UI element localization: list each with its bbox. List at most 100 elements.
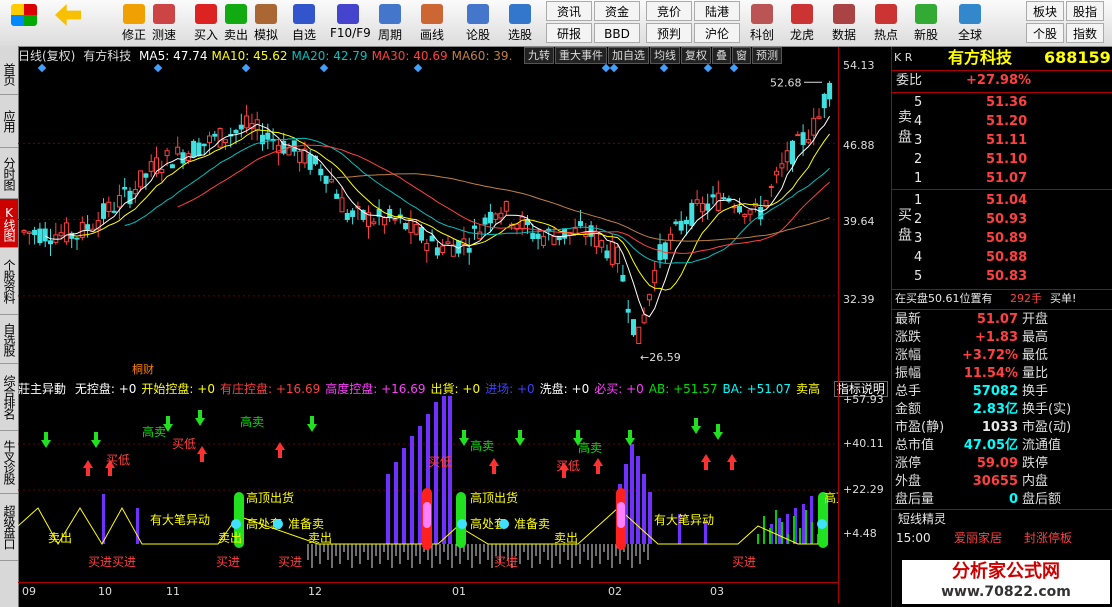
event-diamond-icon[interactable] [609, 63, 619, 73]
news-event: 封涨停板 [1024, 531, 1073, 545]
toolbar-small-button-11[interactable]: 指数 [1066, 23, 1104, 43]
event-diamond-icon[interactable] [153, 63, 163, 73]
buy-level: 5 [914, 269, 923, 284]
candle-body [169, 164, 175, 169]
sell-arrow-icon [713, 424, 723, 440]
signal-label: 买低 [556, 459, 580, 473]
toolbar-icon-6 [337, 4, 359, 24]
sell-row-4[interactable]: 1 51.07 [892, 170, 1110, 188]
toolbar-small-button-4[interactable]: 研报 [546, 23, 592, 43]
toolbar-button-11[interactable]: 科创 [744, 0, 780, 46]
kline-chart[interactable]: 52.68 ←26.59 桐财 [18, 63, 838, 377]
menu-grid-button[interactable] [4, 0, 44, 46]
toolbar-button-10[interactable]: 选股 [502, 0, 538, 46]
indicator-field-4: 出貨: +0 [430, 382, 481, 396]
toolbar-button-12[interactable]: 龙虎 [784, 0, 820, 46]
toolbar-small-button-9[interactable]: 股指 [1066, 1, 1104, 21]
chart-button-3[interactable]: 均线 [650, 47, 680, 64]
toolbar-small-button-5[interactable]: BBD [594, 23, 640, 43]
chart-button-0[interactable]: 九转 [524, 47, 554, 64]
candle-body [196, 142, 202, 156]
chart-button-1[interactable]: 重大事件 [555, 47, 607, 64]
toolbar-label-4: 模拟 [253, 28, 278, 42]
toolbar-small-button-6[interactable]: 预判 [646, 23, 692, 43]
candle-body [503, 201, 509, 212]
sell-row-3[interactable]: 2 51.10 [892, 151, 1110, 169]
toolbar-button-16[interactable]: 全球 [952, 0, 988, 46]
toolbar-small-button-8[interactable]: 板块 [1026, 1, 1064, 21]
candle-body [609, 241, 615, 265]
sidebar-item-3[interactable]: K线图 [0, 199, 18, 248]
buy-row-0[interactable]: 1 51.04 [892, 192, 1110, 210]
toolbar-button-6[interactable]: F10/F9 [330, 0, 371, 46]
sidebar-item-7[interactable]: 牛叉诊股 [0, 431, 18, 494]
chart-button-7[interactable]: 预测 [752, 47, 782, 64]
toolbar-button-14[interactable]: 热点 [868, 0, 904, 46]
sell-row-1[interactable]: 4 51.20 [892, 113, 1110, 131]
buy-row-4[interactable]: 5 50.83 [892, 268, 1110, 286]
sidebar-item-0[interactable]: 首页 [0, 54, 18, 95]
toolbar-button-4[interactable]: 模拟 [248, 0, 284, 46]
signal-dot [273, 519, 283, 529]
chart-button-2[interactable]: 加自选 [608, 47, 649, 64]
sell-row-0[interactable]: 5 51.36 [892, 94, 1110, 112]
signal-dot [457, 519, 467, 529]
control-bar [386, 474, 390, 544]
candle-body [737, 206, 742, 213]
signal-label: 买低 [428, 455, 452, 469]
signal-dot [817, 519, 827, 529]
chart-button-4[interactable]: 复权 [681, 47, 711, 64]
sidebar-item-2[interactable]: 分时图 [0, 148, 18, 199]
event-diamond-icon[interactable] [241, 63, 251, 73]
signal-label: 高顶出货 [246, 490, 294, 505]
candle-body [191, 140, 197, 158]
candle-body [721, 197, 727, 200]
candle-body [233, 129, 239, 134]
sidebar-item-1[interactable]: 应用 [0, 95, 18, 148]
indicator-chart[interactable]: 高卖高卖高卖高卖买低买低买低买低高顶出货高顶出货高顶出货高处套高处套准备卖准备卖… [18, 396, 838, 580]
event-diamond-icon[interactable] [703, 63, 713, 73]
sell-row-2[interactable]: 3 51.11 [892, 132, 1110, 150]
news-item-0[interactable]: 15:00 爱丽家居 封涨停板 [892, 529, 1110, 547]
toolbar-button-1[interactable]: 测速 [146, 0, 182, 46]
toolbar-button-13[interactable]: 数据 [826, 0, 862, 46]
candle-body [615, 246, 621, 265]
toolbar-icon-9 [467, 4, 489, 24]
toolbar-button-7[interactable]: 周期 [372, 0, 408, 46]
period-label[interactable]: 日线(复权) [18, 49, 75, 63]
event-diamond-icon[interactable] [729, 63, 739, 73]
back-button[interactable] [50, 0, 86, 46]
signal-label: 高卖 [240, 414, 264, 429]
sidebar-item-8[interactable]: 超级盘口 [0, 494, 18, 561]
event-diamond-icon[interactable] [413, 63, 423, 73]
news-title-row[interactable]: 短线精灵 [892, 510, 1110, 528]
toolbar-button-9[interactable]: 论股 [460, 0, 496, 46]
sidebar-item-5[interactable]: 自选股 [0, 315, 18, 364]
toolbar-button-8[interactable]: 画线 [414, 0, 450, 46]
toolbar-button-15[interactable]: 新股 [908, 0, 944, 46]
chart-button-5[interactable]: 叠 [712, 47, 731, 64]
buy-row-3[interactable]: 4 50.88 [892, 249, 1110, 267]
candle-body [440, 245, 446, 254]
toolbar-small-button-0[interactable]: 资讯 [546, 1, 592, 21]
toolbar-small-button-1[interactable]: 资金 [594, 1, 640, 21]
stat-label: 涨跌 [895, 330, 922, 345]
event-diamond-icon[interactable] [37, 63, 47, 73]
event-diamond-icon[interactable] [601, 63, 611, 73]
event-diamond-icon[interactable] [659, 63, 669, 73]
buy-row-1[interactable]: 2 50.93 [892, 211, 1110, 229]
event-diamond-icon[interactable] [319, 63, 329, 73]
buy-row-2[interactable]: 3 50.89 [892, 230, 1110, 248]
signal-label: 高顶出货 [824, 490, 838, 505]
sidebar-item-4[interactable]: 个股资料 [0, 248, 18, 315]
sidebar-item-6[interactable]: 综合排名 [0, 364, 18, 431]
big-order-type: 买单! [1050, 292, 1077, 305]
candle-body [540, 235, 546, 246]
toolbar-small-button-2[interactable]: 竞价 [646, 1, 692, 21]
toolbar-small-button-3[interactable]: 陆港 [694, 1, 740, 21]
toolbar-small-button-10[interactable]: 个股 [1026, 23, 1064, 43]
toolbar-small-button-7[interactable]: 沪伦 [694, 23, 740, 43]
chart-annotation: 桐财 [132, 362, 154, 376]
chart-button-6[interactable]: 窗 [732, 47, 751, 64]
toolbar-button-5[interactable]: 自选 [286, 0, 322, 46]
